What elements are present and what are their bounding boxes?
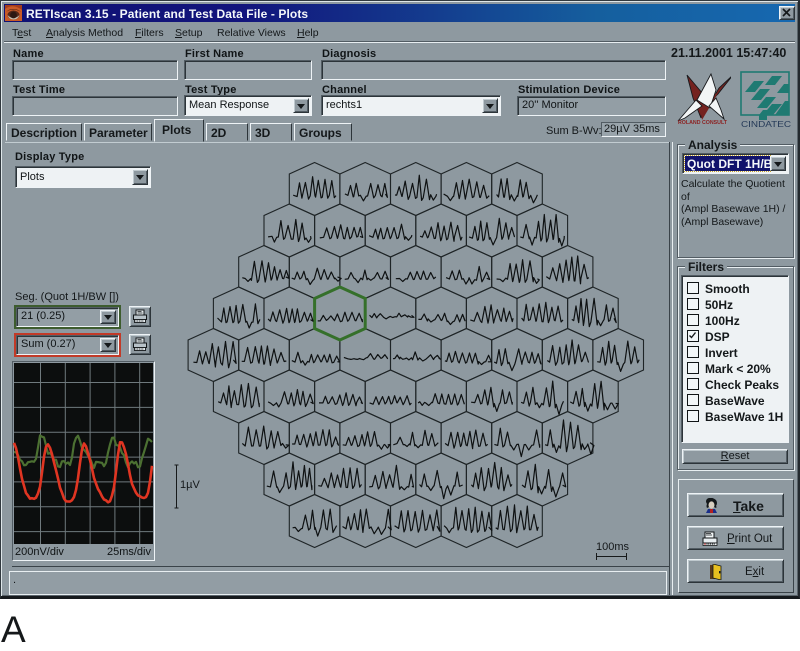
svg-text:ROLAND CONSULT: ROLAND CONSULT (678, 120, 727, 126)
svg-text:CINDATEC: CINDATEC (741, 119, 791, 128)
